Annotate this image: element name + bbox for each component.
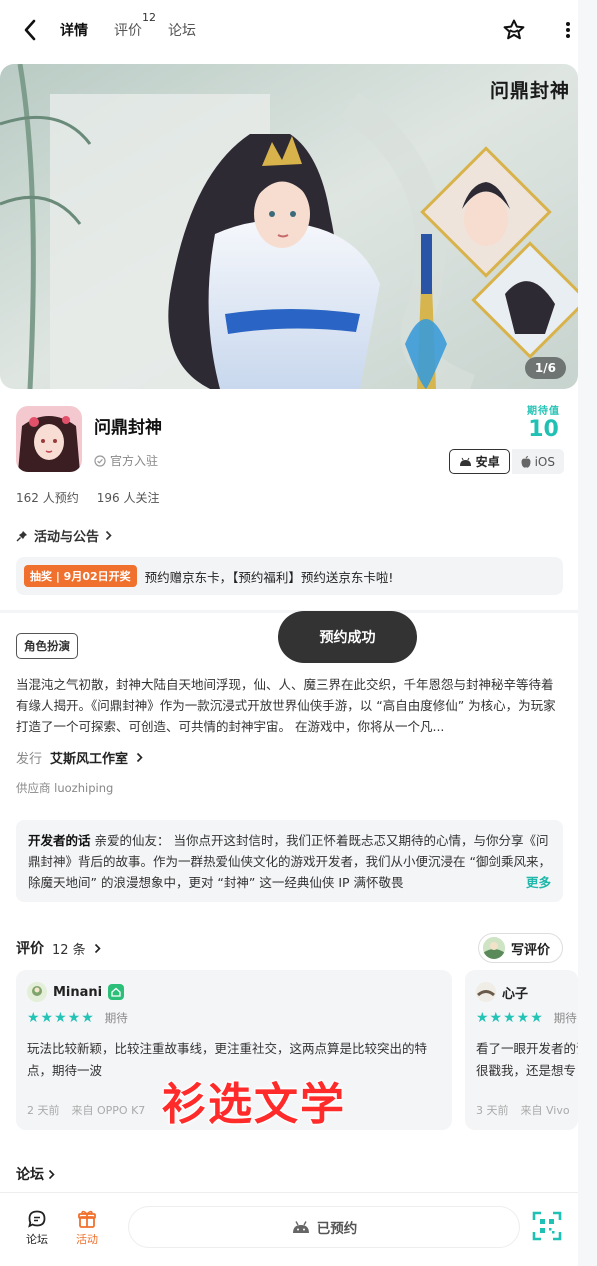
more-vertical-icon	[566, 22, 570, 38]
gift-icon	[78, 1210, 96, 1228]
bottom-action-bar: 论坛 活动 已预约	[0, 1192, 578, 1266]
promo-tag: 抽奖 | 9月02日开奖	[24, 565, 137, 587]
chevron-right-icon	[105, 530, 112, 541]
review-text: 看了一眼开发者的话，仑，朝歌的还是非常很戳我，还是想专	[476, 1041, 578, 1078]
platform-ios-label: iOS	[534, 454, 555, 469]
star-rating: ★★★★★	[476, 1010, 544, 1026]
reviewer-avatar	[27, 982, 47, 1002]
android-icon	[459, 457, 471, 466]
forum-icon	[28, 1210, 46, 1228]
chevron-right-icon	[136, 752, 143, 763]
write-review-button[interactable]: 写评价	[477, 933, 563, 963]
expectation-value: 10	[528, 417, 559, 442]
section-divider	[0, 610, 578, 613]
reserved-button[interactable]: 已预约	[128, 1206, 520, 1248]
platform-android-label: 安卓	[475, 455, 500, 469]
expectation-score: 期待值 10	[527, 402, 560, 443]
favorite-button[interactable]	[501, 17, 527, 43]
developer-note[interactable]: 开发者的话 亲爱的仙友： 当你点开这封信时，我们正怀着既忐忑又期待的心情，与你分…	[16, 820, 563, 902]
pin-icon	[16, 530, 27, 541]
review-status: 期待	[104, 1011, 128, 1025]
publisher-name: 艾斯风工作室	[50, 752, 129, 767]
apple-icon	[521, 455, 531, 468]
top-nav: 详情 评价 12 论坛	[0, 0, 597, 60]
game-description[interactable]: 当混沌之气初散，封神大陆自天地间浮现，仙、人、魔三界在此交织，千年恩怨与封神秘辛…	[16, 674, 564, 737]
tab-reviews-count: 12	[142, 11, 156, 24]
watermark-text: 衫选文学	[161, 1078, 346, 1131]
banner-page-indicator: 1/6	[524, 357, 566, 379]
supplier-info: 供应商 luozhiping	[16, 781, 114, 795]
review-device: 来自 Vivo	[520, 1104, 570, 1117]
tab-details-label: 详情	[60, 23, 88, 39]
tab-reviews[interactable]: 评价 12	[114, 11, 156, 40]
promo-text: 预约赠京东卡，【预约福利】预约送京东卡啦!	[144, 569, 394, 585]
bottom-activity-button[interactable]: 活动	[67, 1209, 107, 1247]
chevron-right-icon	[94, 943, 101, 953]
game-app-icon	[16, 406, 82, 472]
platform-switch: 安卓 iOS	[448, 449, 564, 474]
expectation-label: 期待值	[527, 406, 560, 417]
tab-forum[interactable]: 论坛	[168, 20, 196, 40]
developer-note-title: 开发者的话	[28, 833, 91, 848]
reserved-label: 已预约	[316, 1221, 358, 1237]
game-info: 问鼎封神 官方入驻 期待值 10 安卓 iOS	[16, 406, 564, 476]
qr-scan-button[interactable]	[532, 1211, 562, 1241]
scrollbar-track[interactable]	[578, 0, 597, 1266]
review-time: 2 天前	[27, 1104, 60, 1117]
star-outline-icon	[503, 19, 525, 40]
review-meta: 3 天前 来自 Vivo	[476, 1102, 570, 1118]
official-label: 官方入驻	[110, 454, 159, 468]
game-stats: 162 人预约 196 人关注	[16, 489, 159, 506]
reviews-section-link[interactable]: 评价 12 条	[16, 938, 101, 958]
tab-details[interactable]: 详情	[58, 20, 90, 41]
banner-artwork	[0, 64, 578, 389]
tab-reviews-label: 评价	[114, 23, 142, 39]
toast-message: 预约成功	[278, 611, 417, 663]
reviews-count: 12 条	[52, 942, 86, 958]
developer-note-text: 亲爱的仙友： 当你点开这封信时，我们正怀着既忐忑又期待的心情，与你分享《问鼎封神…	[28, 833, 551, 890]
bottom-forum-button[interactable]: 论坛	[17, 1209, 57, 1247]
platform-android-button[interactable]: 安卓	[448, 449, 510, 474]
review-card[interactable]: 心子 ★★★★★ 期待 看了一眼开发者的话，仑，朝歌的还是非常很戳我，还是想专 …	[465, 970, 578, 1130]
bottom-forum-label: 论坛	[26, 1233, 48, 1246]
star-rating: ★★★★★	[27, 1010, 95, 1026]
review-time: 3 天前	[476, 1104, 509, 1117]
reviewer-name[interactable]: 心子	[502, 983, 528, 1002]
verified-player-icon	[108, 984, 125, 1000]
genre-tag[interactable]: 角色扮演	[16, 633, 78, 659]
verified-icon	[94, 454, 106, 467]
tab-forum-label: 论坛	[168, 23, 196, 39]
user-avatar	[482, 937, 505, 959]
chevron-right-icon	[48, 1169, 55, 1179]
platform-ios-button[interactable]: iOS	[511, 449, 564, 474]
promo-banner[interactable]: 抽奖 | 9月02日开奖 预约赠京东卡，【预约福利】预约送京东卡啦!	[16, 557, 563, 595]
android-icon	[292, 1221, 309, 1233]
reviewer-name[interactable]: Minani	[53, 985, 102, 1000]
review-device: 来自 OPPO K7	[71, 1104, 146, 1117]
review-status: 期待	[553, 1011, 577, 1025]
activity-announcements-link[interactable]: 活动与公告	[16, 526, 112, 545]
developer-note-more-link[interactable]: 更多	[517, 872, 551, 893]
reservation-count: 162 人预约	[16, 491, 79, 505]
qr-scan-icon	[532, 1211, 562, 1241]
write-review-label: 写评价	[510, 942, 550, 958]
forum-title: 论坛	[16, 1167, 44, 1183]
follower-count: 196 人关注	[96, 491, 160, 505]
back-button[interactable]	[16, 16, 44, 44]
tab-bar: 详情 评价 12 论坛	[58, 11, 222, 41]
banner-logo: 问鼎封神	[489, 80, 570, 102]
bottom-activity-label: 活动	[76, 1233, 98, 1246]
reviews-title: 评价	[16, 941, 44, 957]
publisher-link[interactable]: 发行 艾斯风工作室	[16, 748, 143, 767]
reviewer-avatar	[476, 982, 496, 1002]
back-icon	[24, 19, 36, 41]
activity-link-label: 活动与公告	[34, 530, 100, 545]
official-badge: 官方入驻	[94, 452, 158, 469]
forum-section-link[interactable]: 论坛	[16, 1164, 55, 1184]
review-meta: 2 天前 来自 OPPO K7	[27, 1102, 145, 1118]
publisher-label: 发行	[16, 752, 43, 767]
game-title: 问鼎封神	[94, 418, 162, 438]
banner-carousel[interactable]: 问鼎封神 1/6	[0, 64, 578, 389]
